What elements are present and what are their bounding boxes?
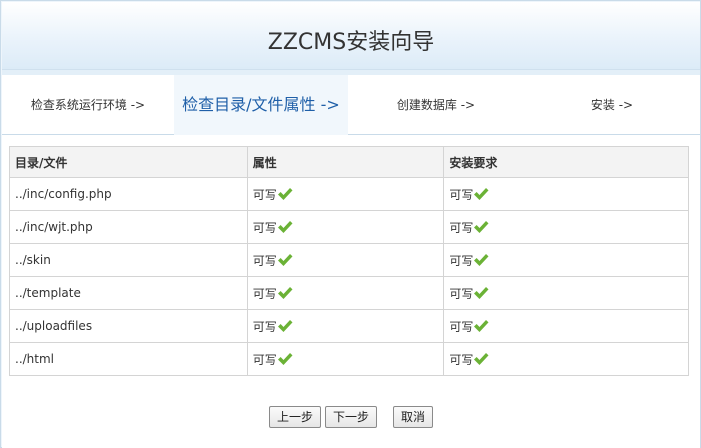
attribute-cell: 可写 xyxy=(246,309,445,343)
table-row: ../inc/wjt.php 可写 可写 xyxy=(9,210,689,244)
attribute-cell: 可写 xyxy=(246,342,445,376)
status-text: 可写 xyxy=(252,319,277,334)
installer-window: ZZCMS安装向导 检查系统运行环境 -> 检查目录/文件属性 -> 创建数据库… xyxy=(0,0,701,448)
column-header-attribute: 属性 xyxy=(246,146,445,178)
next-step-button[interactable]: 下一步 xyxy=(324,406,377,428)
cancel-button[interactable]: 取消 xyxy=(393,406,434,428)
checkmark-icon xyxy=(473,352,489,366)
column-header-path: 目录/文件 xyxy=(9,146,248,178)
checkmark-icon xyxy=(473,319,489,333)
requirement-cell: 可写 xyxy=(443,210,689,244)
checkmark-icon xyxy=(277,187,293,201)
checkmark-icon xyxy=(473,253,489,267)
status-text: 可写 xyxy=(449,253,474,268)
attribute-cell: 可写 xyxy=(246,177,445,211)
status-text: 可写 xyxy=(449,187,474,202)
requirement-cell: 可写 xyxy=(443,342,689,376)
checkmark-icon xyxy=(473,220,489,234)
file-path-cell: ../inc/config.php xyxy=(9,177,248,211)
file-path-cell: ../skin xyxy=(9,243,248,277)
table-row: ../skin 可写 可写 xyxy=(9,243,689,277)
checkmark-icon xyxy=(277,319,293,333)
step-check-environment[interactable]: 检查系统运行环境 -> xyxy=(2,75,174,135)
checkmark-icon xyxy=(473,286,489,300)
requirement-cell: 可写 xyxy=(443,309,689,343)
file-path-cell: ../inc/wjt.php xyxy=(9,210,248,244)
button-bar: 上一步 下一步 取消 xyxy=(2,406,700,428)
status-text: 可写 xyxy=(449,220,474,235)
table-row: ../inc/config.php 可写 可写 xyxy=(9,177,689,211)
attribute-cell: 可写 xyxy=(246,243,445,277)
page-title: ZZCMS安装向导 xyxy=(267,30,435,55)
requirement-cell: 可写 xyxy=(443,243,689,277)
checkmark-icon xyxy=(277,286,293,300)
status-text: 可写 xyxy=(252,187,277,202)
prev-step-button[interactable]: 上一步 xyxy=(268,406,321,428)
step-install[interactable]: 安装 -> xyxy=(524,75,700,135)
table-row: ../html 可写 可写 xyxy=(9,342,689,376)
status-text: 可写 xyxy=(449,319,474,334)
status-text: 可写 xyxy=(252,253,277,268)
checkmark-icon xyxy=(277,220,293,234)
file-path-cell: ../template xyxy=(9,276,248,310)
checkmark-icon xyxy=(473,187,489,201)
table-row: ../uploadfiles 可写 可写 xyxy=(9,309,689,343)
status-text: 可写 xyxy=(449,286,474,301)
requirement-cell: 可写 xyxy=(443,276,689,310)
table-header-row: 目录/文件 属性 安装要求 xyxy=(9,146,689,178)
column-header-requirement: 安装要求 xyxy=(443,146,689,178)
permissions-table: 目录/文件 属性 安装要求 ../inc/config.php 可写 可写 ../in… xyxy=(9,146,689,376)
requirement-cell: 可写 xyxy=(443,177,689,211)
step-navigation: 检查系统运行环境 -> 检查目录/文件属性 -> 创建数据库 -> 安装 -> xyxy=(2,75,700,135)
attribute-cell: 可写 xyxy=(246,210,445,244)
status-text: 可写 xyxy=(252,352,277,367)
attribute-cell: 可写 xyxy=(246,276,445,310)
status-text: 可写 xyxy=(449,352,474,367)
main-content: 目录/文件 属性 安装要求 ../inc/config.php 可写 可写 ../in… xyxy=(2,135,700,448)
checkmark-icon xyxy=(277,352,293,366)
file-path-cell: ../uploadfiles xyxy=(9,309,248,343)
table-row: ../template 可写 可写 xyxy=(9,276,689,310)
checkmark-icon xyxy=(277,253,293,267)
file-path-cell: ../html xyxy=(9,342,248,376)
header-banner: ZZCMS安装向导 xyxy=(2,2,700,70)
step-check-files[interactable]: 检查目录/文件属性 -> xyxy=(174,75,348,135)
step-create-database[interactable]: 创建数据库 -> xyxy=(348,75,524,135)
status-text: 可写 xyxy=(252,220,277,235)
status-text: 可写 xyxy=(252,286,277,301)
